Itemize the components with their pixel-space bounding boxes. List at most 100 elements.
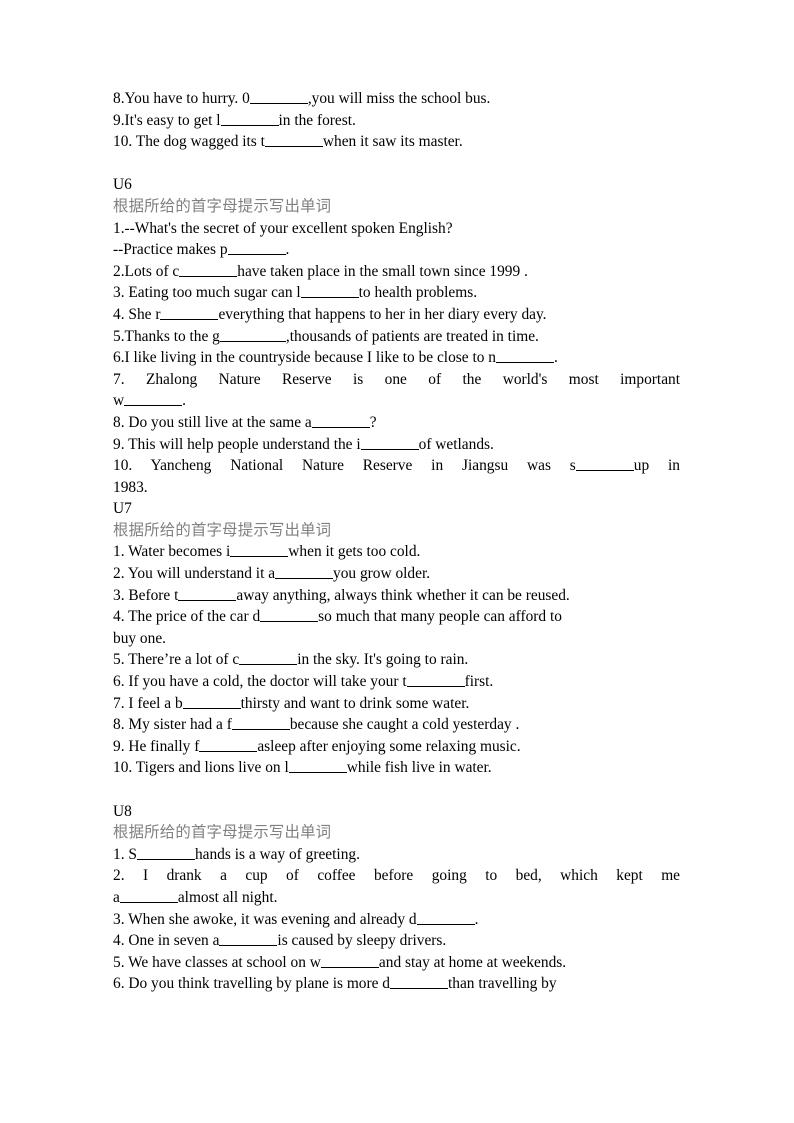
unit-label-u8: U8 [113, 802, 132, 820]
u7-5-line: 5. There’re a lot of c in the sky. It's g… [113, 649, 680, 671]
u7-3-text-tail: away anything, always think whether it c… [236, 586, 570, 604]
u6-2-text-tail: have taken place in the small town since… [237, 262, 528, 280]
u6-10-text: 10. Yancheng National Nature Reserve in … [113, 457, 576, 475]
u7-5-text-tail: in the sky. It's going to rain. [297, 651, 469, 669]
u8-4-text-tail: is caused by sleepy drivers. [277, 932, 447, 950]
u6-5-text-tail: ,thousands of patients are treated in ti… [285, 327, 539, 345]
u7-8-text: 8. My sister had a f [113, 716, 232, 734]
intro-item-number: 10. [113, 133, 133, 151]
u6-2-answer-blank[interactable] [179, 262, 238, 277]
u8-3-text: 3. When she awoke, it was evening and al… [113, 910, 417, 928]
u6-10-answer-blank[interactable] [575, 456, 634, 472]
u8-6-line: 6. Do you think travelling by plane is m… [113, 973, 680, 995]
intro-item-text-tail: in the forest. [278, 111, 356, 129]
intro-item: 8.You have to hurry. 0 ,you will miss the… [113, 88, 680, 110]
u6-9-text: 9. This will help people understand the … [113, 435, 361, 453]
u7-10-line: 10. Tigers and lions live on l while fish… [113, 757, 680, 779]
u7-9-text-tail: asleep after enjoying some relaxing musi… [257, 737, 521, 755]
u7-5-answer-blank[interactable] [239, 650, 298, 666]
u8-6-answer-blank[interactable] [390, 974, 448, 990]
intro-item-number: 8. [113, 90, 125, 107]
u8-1-line: 1. S hands is a way of greeting. [113, 844, 680, 866]
intro-item-text-tail: ,you will miss the school bus. [307, 90, 491, 107]
u6-3-text-tail: to health problems. [358, 284, 478, 302]
u8-4-text: 4. One in seven a [113, 932, 220, 950]
u6-5-line: 5.Thanks to the g ,thousands of patients … [113, 326, 680, 348]
u6-8-line: 8. Do you still live at the same a? [113, 412, 680, 434]
u7-6-answer-blank[interactable] [406, 672, 465, 688]
intro-item: 10. The dog wagged its t when it saw its … [113, 131, 680, 153]
u7-8-text-tail: because she caught a cold yesterday . [289, 716, 520, 734]
intro-item-answer-blank[interactable] [249, 89, 308, 104]
u7-6-text-tail: first. [464, 673, 494, 691]
u6-4-text-tail: everything that happens to her in her di… [218, 305, 547, 323]
u8-1-answer-blank[interactable] [136, 845, 195, 860]
u6-5-answer-blank[interactable] [219, 326, 286, 342]
u8-3-text-tail: . [474, 910, 479, 928]
u6-6-answer-blank[interactable] [495, 348, 554, 364]
intro-item-answer-blank[interactable] [220, 110, 279, 126]
u6-8-answer-blank[interactable] [311, 413, 370, 428]
u8-2-line: 2. I drank a cup of coffee before going … [113, 865, 680, 887]
document-body: 8.You have to hurry. 0 ,you will miss the… [113, 88, 680, 995]
u6-7-line: 7. Zhalong Nature Reserve is one of the … [113, 369, 680, 391]
u6-4-text: 4. She r [113, 305, 161, 323]
u8-3-answer-blank[interactable] [416, 909, 475, 925]
u7-1-answer-blank[interactable] [230, 542, 289, 558]
intro-item-answer-blank[interactable] [264, 132, 323, 148]
u7-1-text-tail: when it gets too cold. [288, 543, 421, 561]
u6-10-text: 1983. [113, 478, 148, 496]
u6-3-text: 3. Eating too much sugar can l [113, 284, 301, 302]
u6-1-line: --Practice makes p. [113, 239, 680, 261]
u6-1-answer-blank[interactable] [227, 240, 286, 256]
u6-8-text-tail: ? [369, 413, 377, 431]
u8-1-text: 1. S [113, 845, 137, 863]
u8-6-text-tail: than travelling by [448, 975, 557, 993]
u6-3-answer-blank[interactable] [300, 283, 359, 299]
instruction-heading-u6: 根据所给的首字母提示写出单词 [113, 196, 332, 215]
u8-4-answer-blank[interactable] [219, 931, 278, 947]
intro-item-text: You have to hurry. 0 [124, 90, 250, 107]
u6-4-answer-blank[interactable] [160, 305, 219, 320]
unit-label-u7: U7 [113, 500, 132, 518]
intro-item-text: The dog wagged its t [132, 133, 265, 151]
u7-3-line: 3. Before t away anything, always think w… [113, 585, 680, 607]
u7-10-answer-blank[interactable] [288, 758, 347, 774]
u6-7-text-tail: . [182, 392, 186, 410]
u7-3-answer-blank[interactable] [178, 586, 237, 601]
u8-2-answer-blank[interactable] [119, 888, 178, 903]
instruction-heading-u7: 根据所给的首字母提示写出单词 [113, 520, 332, 539]
u6-7-answer-blank[interactable] [124, 391, 183, 407]
u7-4-text: buy one. [113, 629, 167, 647]
u6-7-text: 7. Zhalong Nature Reserve is one of the … [113, 370, 680, 388]
u7-4-answer-blank[interactable] [260, 607, 319, 623]
u6-6-text-tail: . [553, 349, 558, 367]
u6-7-text: w [113, 392, 125, 410]
u7-2-answer-blank[interactable] [275, 564, 334, 580]
u6-10-line: 10. Yancheng National Nature Reserve in … [113, 455, 680, 477]
u7-1-line: 1. Water becomes i when it gets too cold. [113, 541, 680, 563]
u7-6-line: 6. If you have a cold, the doctor will t… [113, 671, 680, 693]
u7-9-answer-blank[interactable] [199, 737, 258, 752]
u7-2-text-tail: you grow older. [333, 565, 431, 583]
u6-6-line: 6.I like living in the countryside becau… [113, 347, 680, 369]
u7-2-line: 2. You will understand it a you grow olde… [113, 563, 680, 585]
u7-2-text: 2. You will understand it a [113, 565, 276, 583]
u7-7-text: 7. I feel a b [113, 694, 183, 712]
u6-1-text-tail: . [285, 241, 290, 259]
u8-4-line: 4. One in seven a is caused by sleepy dri… [113, 930, 680, 952]
u7-7-text-tail: thirsty and want to drink some water. [240, 694, 470, 712]
u8-2-line: a almost all night. [113, 887, 680, 909]
u8-5-answer-blank[interactable] [320, 953, 379, 968]
u6-9-answer-blank[interactable] [360, 434, 419, 450]
u7-8-answer-blank[interactable] [231, 715, 290, 731]
u7-7-answer-blank[interactable] [182, 693, 241, 709]
u6-1-line: 1.--What's the secret of your excellent … [113, 218, 680, 240]
u7-4-line: 4. The price of the car d so much that ma… [113, 606, 680, 628]
u6-6-text: 6.I like living in the countryside becau… [113, 349, 496, 367]
u6-4-line: 4. She r everything that happens to her i… [113, 304, 680, 326]
u8-5-text: 5. We have classes at school on w [113, 953, 321, 971]
u7-5-text: 5. There’re a lot of c [113, 651, 240, 669]
intro-item: 9.It's easy to get l in the forest. [113, 110, 680, 132]
